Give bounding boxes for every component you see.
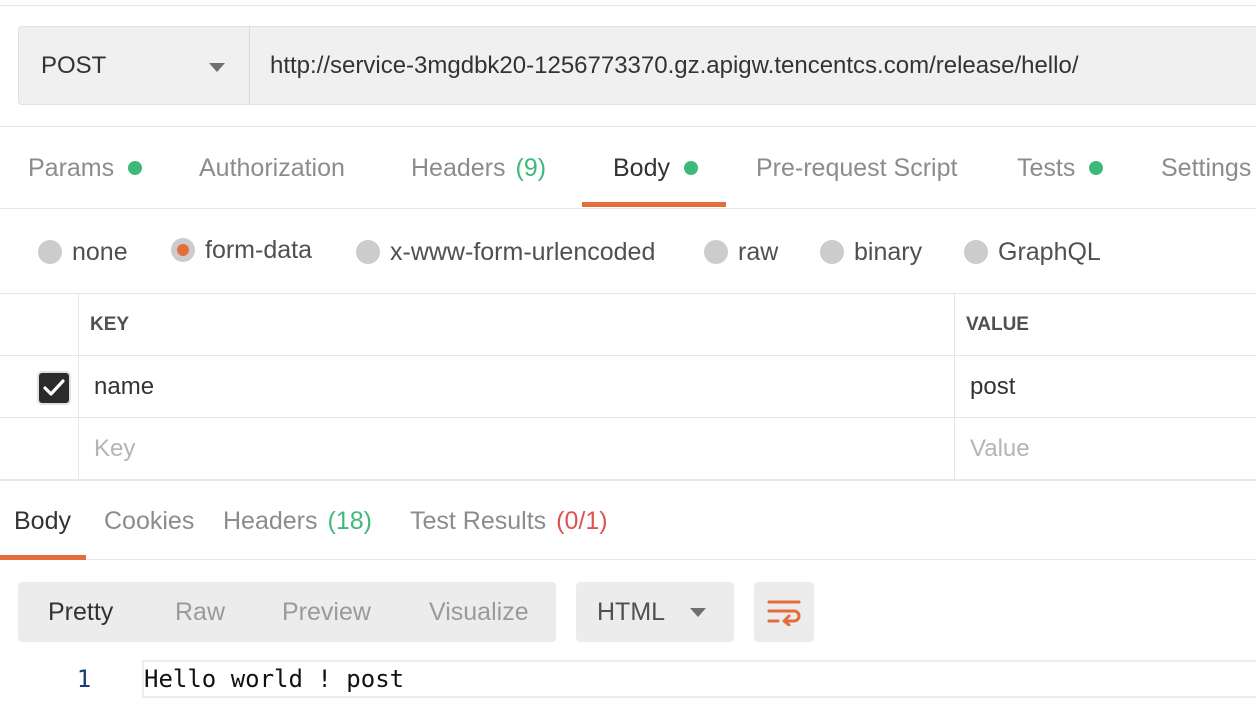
request-tabs: Params Authorization Headers (9) Body Pr… bbox=[0, 127, 1256, 209]
table-row: name post bbox=[0, 356, 1256, 418]
tab-authorization[interactable]: Authorization bbox=[199, 127, 345, 209]
radio-label: none bbox=[72, 237, 128, 266]
url-text: http://service-3mgdbk20-1256773370.gz.ap… bbox=[270, 51, 1079, 79]
form-data-table: KEY VALUE name post Key Value bbox=[0, 294, 1256, 480]
tab-headers[interactable]: Headers (9) bbox=[411, 127, 546, 209]
tab-pre-request-script[interactable]: Pre-request Script bbox=[756, 127, 957, 209]
tab-label: Authorization bbox=[199, 153, 345, 182]
response-body-line[interactable]: Hello world ! post bbox=[142, 660, 1256, 698]
radio-none[interactable]: none bbox=[38, 210, 128, 294]
radio-graphql[interactable]: GraphQL bbox=[964, 210, 1101, 294]
key-input[interactable]: Key bbox=[79, 418, 955, 480]
tab-label: Test Results bbox=[410, 506, 547, 535]
checkmark-icon bbox=[43, 379, 65, 396]
radio-label: raw bbox=[738, 237, 779, 266]
radio-label: form-data bbox=[205, 235, 312, 264]
tab-label: Cookies bbox=[104, 506, 195, 535]
checkbox-cell bbox=[0, 356, 79, 418]
wrap-lines-button[interactable] bbox=[754, 582, 814, 642]
active-tab-indicator bbox=[582, 202, 726, 207]
view-mode-selector: Pretty Raw Preview Visualize bbox=[18, 582, 556, 642]
radio-icon bbox=[704, 240, 728, 264]
value-cell[interactable]: post bbox=[955, 356, 1256, 418]
wrap-lines-icon bbox=[767, 600, 801, 626]
tab-label: Headers bbox=[223, 506, 318, 535]
radio-x-www-form-urlencoded[interactable]: x-www-form-urlencoded bbox=[356, 210, 655, 294]
active-tab-indicator bbox=[0, 555, 86, 560]
method-dropdown[interactable]: POST bbox=[18, 26, 250, 105]
table-header-row: KEY VALUE bbox=[0, 294, 1256, 356]
status-dot-icon bbox=[683, 161, 698, 175]
response-tab-cookies[interactable]: Cookies bbox=[104, 481, 194, 561]
status-dot-icon bbox=[128, 161, 143, 175]
headers-count: (9) bbox=[515, 153, 547, 182]
key-cell[interactable]: name bbox=[79, 356, 955, 418]
radio-icon bbox=[356, 240, 380, 264]
url-input[interactable]: http://service-3mgdbk20-1256773370.gz.ap… bbox=[249, 26, 1256, 105]
tab-label: Body bbox=[14, 506, 71, 535]
chevron-down-icon bbox=[690, 608, 706, 617]
table-row-new: Key Value bbox=[0, 418, 1256, 480]
body-type-selector: none form-data x-www-form-urlencoded raw… bbox=[0, 210, 1256, 294]
table-header-cell bbox=[0, 294, 79, 356]
view-mode-pretty[interactable]: Pretty bbox=[48, 582, 113, 642]
radio-label: GraphQL bbox=[998, 237, 1101, 266]
response-body-viewer: 1 Hello world ! post bbox=[0, 660, 1256, 700]
view-mode-preview[interactable]: Preview bbox=[282, 582, 371, 642]
tab-label: Tests bbox=[1017, 153, 1076, 182]
key-column-header: KEY bbox=[79, 294, 955, 356]
test-results-count: (0/1) bbox=[556, 506, 608, 535]
tab-body[interactable]: Body bbox=[613, 127, 698, 209]
view-mode-visualize[interactable]: Visualize bbox=[429, 582, 529, 642]
response-tab-headers[interactable]: Headers (18) bbox=[223, 481, 372, 561]
response-tab-body[interactable]: Body bbox=[14, 481, 71, 561]
tab-label: Headers bbox=[411, 153, 506, 182]
tab-label: Body bbox=[613, 153, 670, 182]
radio-icon bbox=[38, 240, 62, 264]
radio-icon bbox=[820, 240, 844, 264]
format-dropdown[interactable]: HTML bbox=[576, 582, 734, 642]
tab-label: Settings bbox=[1161, 153, 1252, 182]
line-number: 1 bbox=[76, 665, 92, 693]
radio-raw[interactable]: raw bbox=[704, 210, 778, 294]
headers-count: (18) bbox=[327, 506, 372, 535]
value-placeholder: Value bbox=[970, 435, 1030, 462]
tab-label: Pre-request Script bbox=[756, 153, 958, 182]
format-label: HTML bbox=[597, 597, 666, 626]
radio-label: x-www-form-urlencoded bbox=[390, 237, 656, 266]
radio-selected-icon bbox=[171, 238, 195, 262]
radio-icon bbox=[964, 240, 988, 264]
tab-tests[interactable]: Tests bbox=[1017, 127, 1104, 209]
status-dot-icon bbox=[1089, 161, 1104, 175]
checkbox-cell bbox=[0, 418, 79, 480]
tab-params[interactable]: Params bbox=[28, 127, 143, 209]
value-column-header: VALUE bbox=[966, 314, 1029, 335]
top-border bbox=[0, 0, 1256, 6]
tab-label: Params bbox=[28, 153, 115, 182]
radio-binary[interactable]: binary bbox=[820, 210, 922, 294]
response-tab-test-results[interactable]: Test Results (0/1) bbox=[410, 481, 608, 561]
response-tabs: Body Cookies Headers (18) Test Results (… bbox=[0, 480, 1256, 560]
method-label: POST bbox=[41, 51, 107, 79]
radio-form-data[interactable]: form-data bbox=[171, 208, 312, 292]
value-input[interactable]: Value bbox=[955, 418, 1256, 480]
row-enabled-checkbox[interactable] bbox=[37, 371, 71, 405]
key-placeholder: Key bbox=[94, 435, 136, 462]
radio-label: binary bbox=[854, 237, 923, 266]
view-mode-raw[interactable]: Raw bbox=[175, 582, 225, 642]
tab-settings[interactable]: Settings bbox=[1161, 127, 1251, 209]
chevron-down-icon bbox=[209, 63, 225, 72]
